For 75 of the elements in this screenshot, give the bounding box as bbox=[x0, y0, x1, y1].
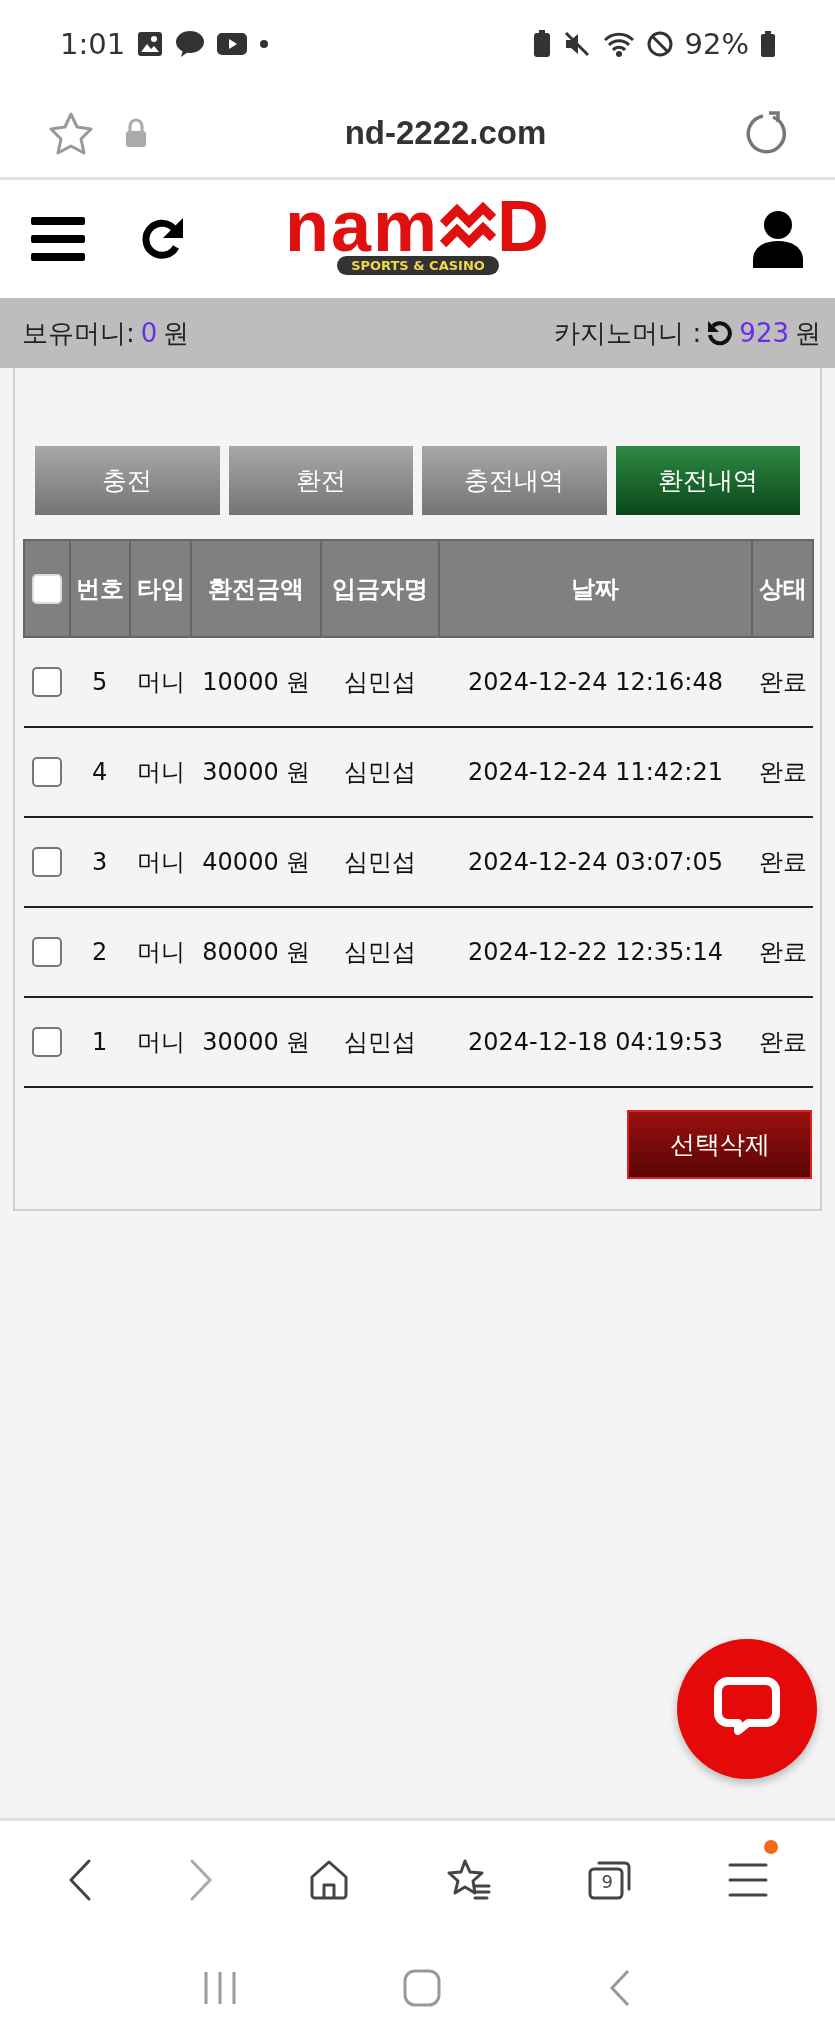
table-cell: 3 bbox=[69, 817, 130, 907]
refresh-icon[interactable] bbox=[707, 320, 734, 346]
mute-icon bbox=[562, 30, 591, 58]
home-icon[interactable] bbox=[308, 1858, 351, 1901]
blocked-icon bbox=[646, 31, 673, 57]
held-money-label: 보유머니: bbox=[22, 316, 135, 350]
table-cell: 40000 원 bbox=[191, 817, 322, 907]
column-header: 상태 bbox=[752, 540, 813, 637]
table-cell: 1 bbox=[69, 997, 130, 1087]
recent-apps-icon[interactable] bbox=[203, 1970, 238, 2006]
select-all-checkbox[interactable] bbox=[31, 573, 62, 604]
gallery-icon bbox=[137, 31, 164, 57]
column-header: 입금자명 bbox=[321, 540, 439, 637]
table-cell: 80000 원 bbox=[191, 907, 322, 997]
table-cell: 완료 bbox=[752, 727, 813, 817]
table-cell: 심민섭 bbox=[321, 727, 439, 817]
table-cell: 심민섭 bbox=[321, 907, 439, 997]
table-cell: 2024-12-24 11:42:21 bbox=[438, 727, 753, 817]
table-cell: 2 bbox=[69, 907, 130, 997]
notification-dot bbox=[763, 1839, 778, 1854]
table-cell: 머니 bbox=[129, 637, 192, 727]
currency-unit: 원 bbox=[163, 316, 190, 350]
row-checkbox[interactable] bbox=[31, 1027, 62, 1057]
logo-tagline: SPORTS & CASINO bbox=[337, 256, 499, 275]
battery-saver-icon bbox=[532, 30, 551, 58]
table-cell: 머니 bbox=[129, 817, 192, 907]
user-icon[interactable] bbox=[751, 210, 805, 268]
battery-percent: 92% bbox=[684, 27, 749, 61]
table-cell: 완료 bbox=[752, 637, 813, 727]
table-cell: 5 bbox=[69, 637, 130, 727]
table-cell: 2024-12-24 03:07:05 bbox=[438, 817, 753, 907]
table-cell: 완료 bbox=[752, 997, 813, 1087]
table-cell: 30000 원 bbox=[191, 727, 322, 817]
reload-icon[interactable] bbox=[743, 110, 787, 155]
column-header: 번호 bbox=[69, 540, 130, 637]
menu-icon[interactable] bbox=[727, 1861, 768, 1898]
row-checkbox[interactable] bbox=[31, 847, 62, 877]
table-cell: 심민섭 bbox=[321, 997, 439, 1087]
play-icon bbox=[217, 33, 248, 55]
table-cell: 4 bbox=[69, 727, 130, 817]
row-checkbox[interactable] bbox=[31, 667, 62, 697]
column-header: 환전금액 bbox=[191, 540, 322, 637]
tab[interactable]: 환전내역 bbox=[615, 446, 800, 515]
menu-icon[interactable] bbox=[31, 215, 85, 263]
casino-money-value: 923 bbox=[739, 318, 789, 348]
chat-bubble-icon bbox=[175, 30, 206, 58]
clock-time: 1:01 bbox=[60, 27, 126, 61]
table-cell: 2024-12-18 04:19:53 bbox=[438, 997, 753, 1087]
refresh-icon[interactable] bbox=[139, 216, 185, 262]
table-cell: 완료 bbox=[752, 817, 813, 907]
column-header: 날짜 bbox=[438, 540, 753, 637]
wifi-icon bbox=[602, 30, 635, 58]
held-money-value: 0 bbox=[140, 318, 158, 348]
table-cell: 2024-12-24 12:16:48 bbox=[438, 637, 753, 727]
table-cell: 머니 bbox=[129, 997, 192, 1087]
lock-icon bbox=[124, 117, 148, 148]
star-icon[interactable] bbox=[48, 110, 94, 155]
column-header: 타입 bbox=[129, 540, 192, 637]
row-checkbox[interactable] bbox=[31, 757, 62, 787]
table-cell: 머니 bbox=[129, 727, 192, 817]
currency-unit: 원 bbox=[795, 316, 821, 350]
table-cell: 심민섭 bbox=[321, 637, 439, 727]
table-cell: 10000 원 bbox=[191, 637, 322, 727]
battery-icon bbox=[761, 31, 775, 57]
casino-money-label: 카지노머니 : bbox=[554, 316, 702, 350]
table-cell: 30000 원 bbox=[191, 997, 322, 1087]
table-cell: 머니 bbox=[129, 907, 192, 997]
dot-icon bbox=[259, 39, 270, 49]
row-checkbox[interactable] bbox=[31, 937, 62, 967]
delete-selected-button[interactable]: 선택삭제 bbox=[627, 1110, 812, 1179]
table-cell: 완료 bbox=[752, 907, 813, 997]
chat-button[interactable] bbox=[677, 1639, 817, 1779]
table-cell: 2024-12-22 12:35:14 bbox=[438, 907, 753, 997]
table-cell: 심민섭 bbox=[321, 817, 439, 907]
logo-wordmark: D bbox=[497, 192, 551, 260]
